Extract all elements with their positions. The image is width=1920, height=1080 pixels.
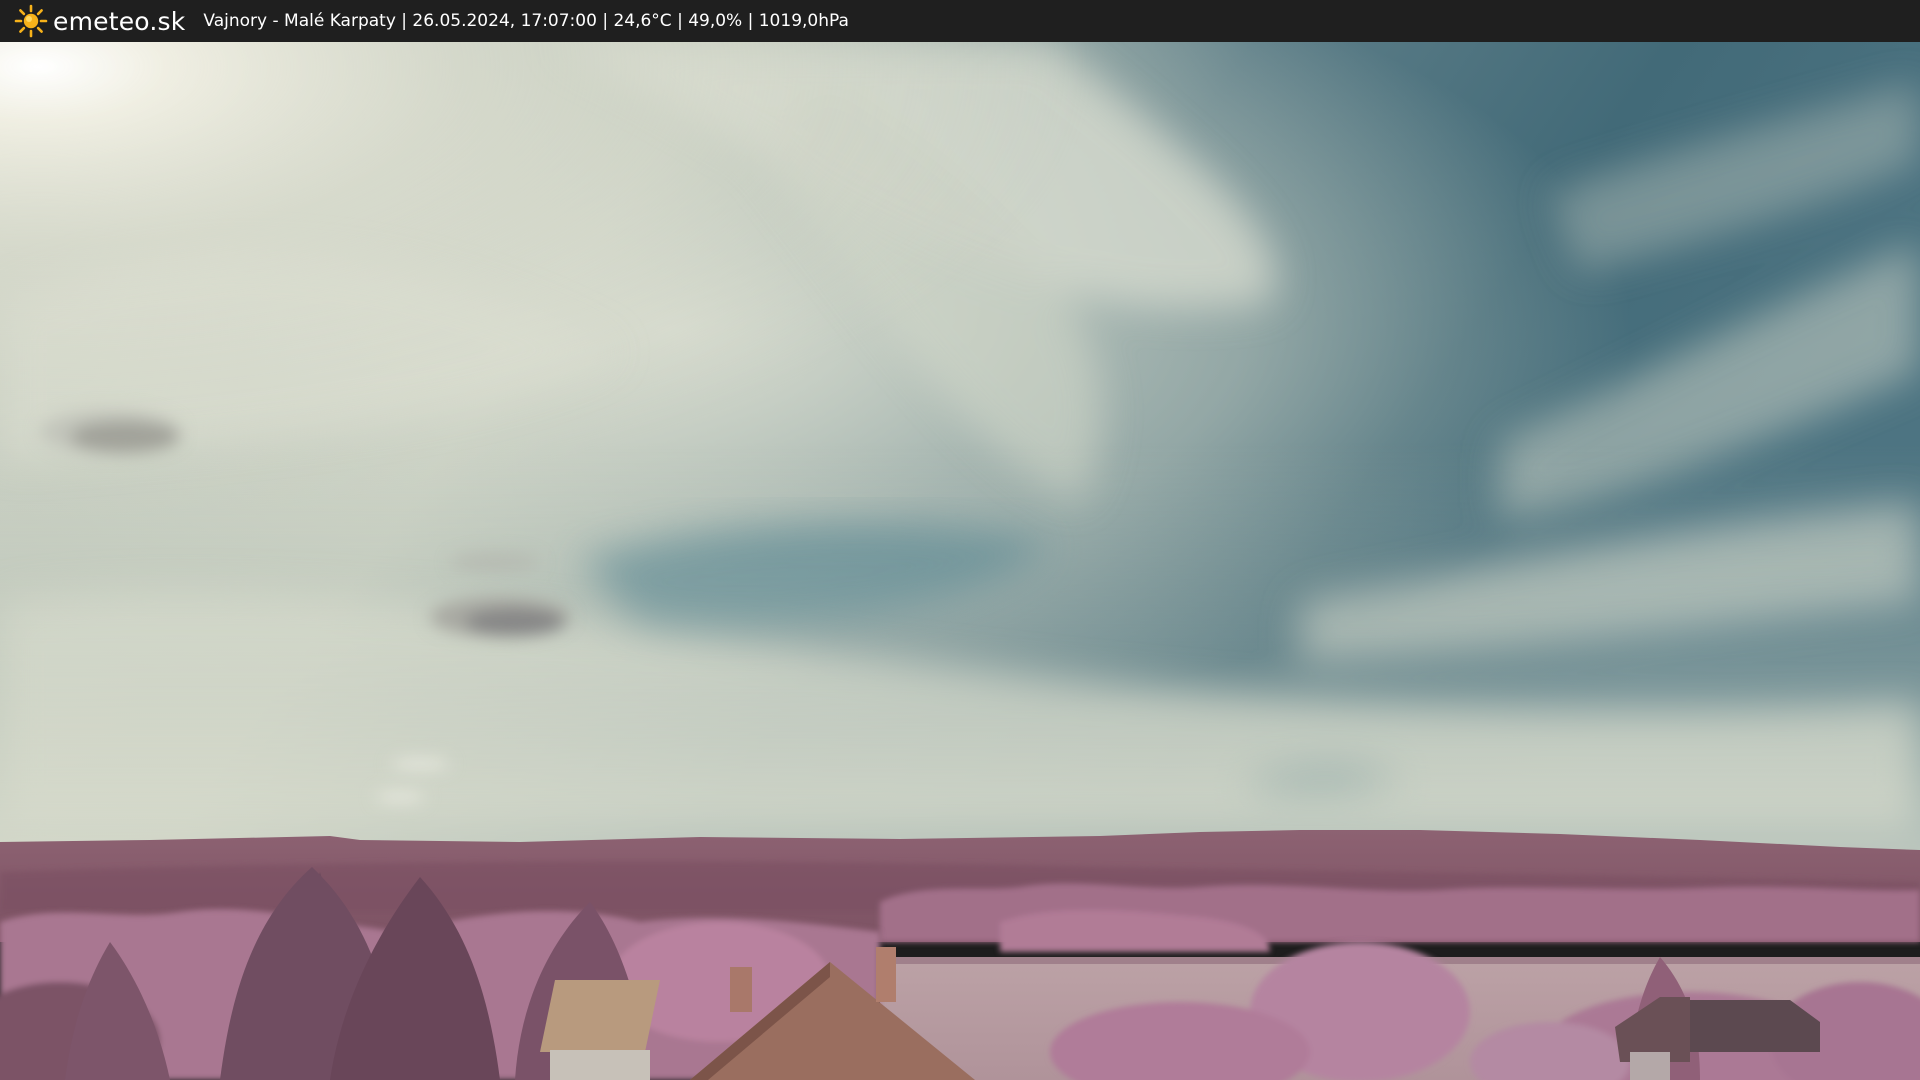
brand-name: emeteo.sk xyxy=(53,6,186,36)
tree-line xyxy=(880,883,1920,952)
sun-glow xyxy=(0,42,1920,862)
webcam-frame: emeteo.sk Vajnory - Malé Karpaty | 26.05… xyxy=(0,0,1920,1080)
webcam-caption: Vajnory - Malé Karpaty | 26.05.2024, 17:… xyxy=(203,11,849,31)
webcam-header-bar: emeteo.sk Vajnory - Malé Karpaty | 26.05… xyxy=(0,0,1920,42)
sun-icon xyxy=(14,4,48,38)
webcam-image xyxy=(0,42,1920,1080)
webcam-scene xyxy=(0,42,1920,1080)
brand-logo[interactable]: emeteo.sk xyxy=(14,0,185,42)
